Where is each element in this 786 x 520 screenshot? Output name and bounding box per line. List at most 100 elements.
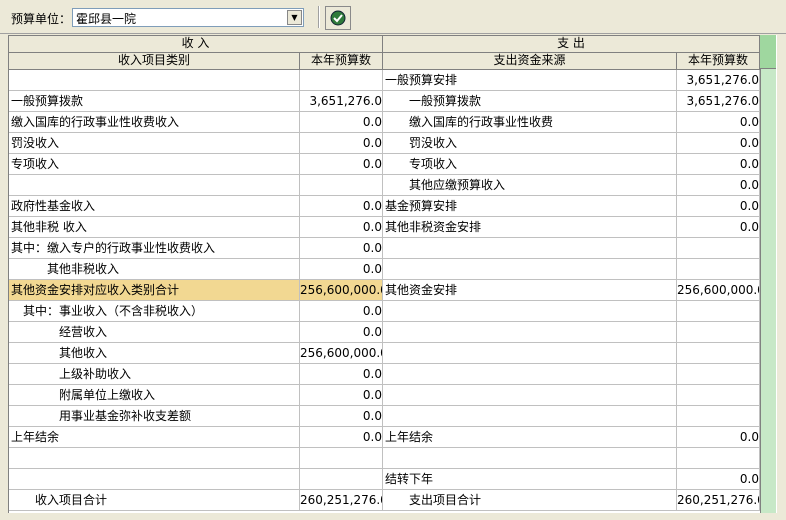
expense-value-cell[interactable]: [677, 385, 760, 406]
income-label-cell[interactable]: 其他非税 收入: [9, 217, 300, 238]
expense-label-cell[interactable]: [383, 238, 677, 259]
refresh-button[interactable]: [325, 6, 351, 30]
income-value-cell[interactable]: 0.0: [300, 133, 383, 154]
expense-label-cell[interactable]: [383, 385, 677, 406]
expense-label-cell[interactable]: [383, 364, 677, 385]
expense-value-cell[interactable]: 0.0: [677, 133, 760, 154]
income-label-cell[interactable]: 上级补助收入: [9, 364, 300, 385]
status-bar: [0, 513, 786, 520]
expense-label-cell[interactable]: 专项收入: [383, 154, 677, 175]
income-value-cell[interactable]: 0.0: [300, 154, 383, 175]
budget-unit-value: 霍邱县一院: [76, 12, 137, 26]
expense-value-cell[interactable]: [677, 448, 760, 469]
expense-value-cell[interactable]: [677, 406, 760, 427]
expense-value-cell[interactable]: 3,651,276.0: [677, 91, 760, 112]
budget-grid: 收 入支 出收入项目类别 本年预算数 支出资金来源 本年预算数 一般预算安排 3,651,…: [8, 35, 760, 513]
income-value-cell[interactable]: [300, 469, 383, 490]
income-value-cell[interactable]: 0.0: [300, 427, 383, 448]
income-value-cell[interactable]: 256,600,000.0: [300, 343, 383, 364]
income-value-cell[interactable]: 0.0: [300, 112, 383, 133]
income-label-cell[interactable]: 用事业基金弥补收支差额: [9, 406, 300, 427]
income-value-cell[interactable]: 0.0: [300, 301, 383, 322]
income-label-cell[interactable]: [9, 469, 300, 490]
expense-label-cell[interactable]: [383, 322, 677, 343]
expense-label-cell[interactable]: [383, 343, 677, 364]
toolbar-separator: [318, 6, 320, 28]
expense-value-cell[interactable]: 0.0: [677, 427, 760, 448]
income-value-cell[interactable]: 0.0: [300, 406, 383, 427]
expense-value-cell[interactable]: 3,651,276.0: [677, 70, 760, 91]
income-value-cell[interactable]: 256,600,000.0: [300, 280, 383, 301]
income-label-cell[interactable]: [9, 70, 300, 91]
expense-label-cell[interactable]: 缴入国库的行政事业性收费: [383, 112, 677, 133]
income-label-cell[interactable]: [9, 448, 300, 469]
income-label-cell[interactable]: 经营收入: [9, 322, 300, 343]
income-label-cell[interactable]: 政府性基金收入: [9, 196, 300, 217]
expense-value-cell[interactable]: [677, 322, 760, 343]
income-label-cell[interactable]: 一般预算拨款: [9, 91, 300, 112]
income-label-cell[interactable]: 其他资金安排对应收入类别合计: [9, 280, 300, 301]
expense-label-cell[interactable]: 其他非税资金安排: [383, 217, 677, 238]
expense-label-cell[interactable]: 支出项目合计: [383, 490, 677, 511]
expense-value-cell[interactable]: 0.0: [677, 217, 760, 238]
expense-value-cell[interactable]: 256,600,000.0: [677, 280, 760, 301]
expense-value-cell[interactable]: 260,251,276.0: [677, 490, 760, 511]
refresh-icon: [330, 10, 346, 26]
income-value-cell[interactable]: 0.0: [300, 217, 383, 238]
budget-unit-label: 预算单位：: [11, 12, 72, 26]
income-label-cell[interactable]: 其他收入: [9, 343, 300, 364]
expense-value-cell[interactable]: 0.0: [677, 154, 760, 175]
expense-label-cell[interactable]: 上年结余: [383, 427, 677, 448]
expense-label-cell[interactable]: 基金预算安排: [383, 196, 677, 217]
expense-value-cell[interactable]: [677, 301, 760, 322]
expense-label-cell[interactable]: [383, 259, 677, 280]
expense-label-cell[interactable]: [383, 406, 677, 427]
income-label-cell[interactable]: [9, 175, 300, 196]
expense-value-cell[interactable]: [677, 343, 760, 364]
expense-value-cell[interactable]: 0.0: [677, 175, 760, 196]
income-label-cell[interactable]: 缴入国库的行政事业性收费收入: [9, 112, 300, 133]
income-label-cell[interactable]: 其中：缴入专户的行政事业性收费收入: [9, 238, 300, 259]
income-label-cell[interactable]: 上年结余: [9, 427, 300, 448]
income-value-cell[interactable]: 0.0: [300, 364, 383, 385]
header-income: 收 入: [9, 36, 383, 53]
income-value-cell[interactable]: 0.0: [300, 238, 383, 259]
income-value-cell[interactable]: [300, 70, 383, 91]
income-value-cell[interactable]: 0.0: [300, 196, 383, 217]
expense-label-cell[interactable]: 结转下年: [383, 469, 677, 490]
expense-value-cell[interactable]: 0.0: [677, 469, 760, 490]
income-label-cell[interactable]: 专项收入: [9, 154, 300, 175]
income-value-cell[interactable]: 0.0: [300, 259, 383, 280]
income-value-cell[interactable]: [300, 175, 383, 196]
expense-value-cell[interactable]: [677, 364, 760, 385]
col-header-expense-budget[interactable]: 本年预算数: [677, 53, 760, 70]
income-value-cell[interactable]: [300, 448, 383, 469]
expense-value-cell[interactable]: [677, 259, 760, 280]
col-header-expense-source[interactable]: 支出资金来源: [383, 53, 677, 70]
income-label-cell[interactable]: 附属单位上缴收入: [9, 385, 300, 406]
expense-label-cell[interactable]: [383, 448, 677, 469]
income-value-cell[interactable]: 3,651,276.0: [300, 91, 383, 112]
income-label-cell[interactable]: 收入项目合计: [9, 490, 300, 511]
expense-label-cell[interactable]: 一般预算安排: [383, 70, 677, 91]
expense-label-cell[interactable]: 一般预算拨款: [383, 91, 677, 112]
expense-label-cell[interactable]: 其他应缴预算收入: [383, 175, 677, 196]
income-value-cell[interactable]: 260,251,276.0: [300, 490, 383, 511]
grid-indicator-header: [760, 35, 776, 69]
budget-unit-select[interactable]: 霍邱县一院 ▼: [72, 8, 304, 27]
expense-label-cell[interactable]: 其他资金安排: [383, 280, 677, 301]
income-label-cell[interactable]: 其中：事业收入（不含非税收入）: [9, 301, 300, 322]
income-label-cell[interactable]: 罚没收入: [9, 133, 300, 154]
col-header-income-category[interactable]: 收入项目类别: [9, 53, 300, 70]
chevron-down-icon[interactable]: ▼: [287, 10, 302, 25]
expense-value-cell[interactable]: 0.0: [677, 112, 760, 133]
income-value-cell[interactable]: 0.0: [300, 385, 383, 406]
income-label-cell[interactable]: 其他非税收入: [9, 259, 300, 280]
expense-label-cell[interactable]: 罚没收入: [383, 133, 677, 154]
col-header-income-budget[interactable]: 本年预算数: [300, 53, 383, 70]
vertical-scrollbar[interactable]: [776, 35, 786, 513]
expense-value-cell[interactable]: 0.0: [677, 196, 760, 217]
expense-label-cell[interactable]: [383, 301, 677, 322]
income-value-cell[interactable]: 0.0: [300, 322, 383, 343]
expense-value-cell[interactable]: [677, 238, 760, 259]
